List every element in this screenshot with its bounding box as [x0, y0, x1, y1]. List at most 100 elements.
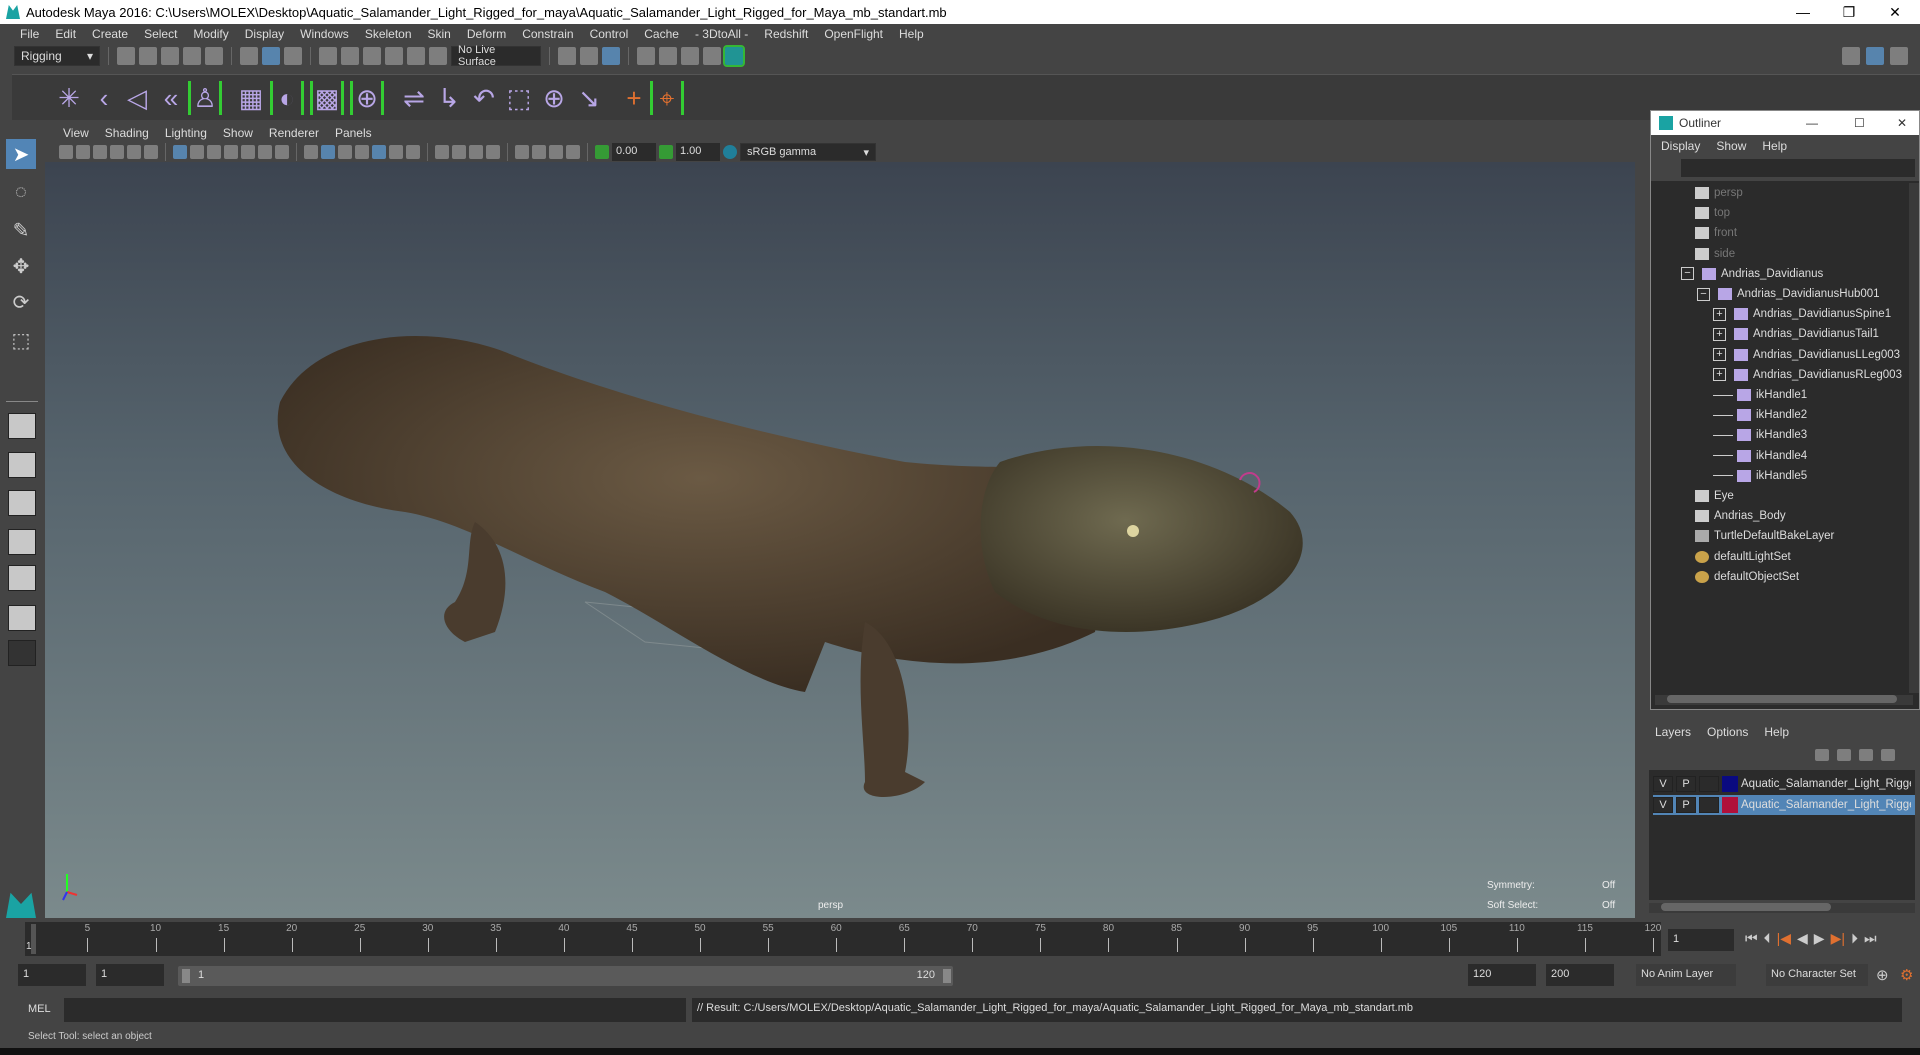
menu-redshift[interactable]: Redshift: [756, 27, 816, 41]
outliner-hscrollbar[interactable]: [1655, 695, 1913, 705]
layer-name[interactable]: Aquatic_Salamander_Light_Rigged: [1741, 778, 1911, 790]
color-management-icon[interactable]: [723, 145, 737, 159]
default-material-icon[interactable]: [338, 145, 352, 159]
outliner-item[interactable]: side: [1695, 244, 1735, 264]
outliner-item[interactable]: + Andrias_DavidianusTail1: [1713, 324, 1879, 344]
snap-grid-icon[interactable]: [319, 47, 337, 65]
outliner-item[interactable]: Eye: [1695, 486, 1734, 506]
menuset-dropdown[interactable]: Rigging ▾: [14, 46, 100, 66]
scale-tool-icon[interactable]: ⬚: [6, 325, 36, 355]
expand-icon[interactable]: +: [1713, 327, 1726, 341]
move-tool-icon[interactable]: ✥: [6, 251, 36, 281]
parent-constraint-icon[interactable]: ⇌: [397, 81, 431, 115]
step-back-icon[interactable]: ⏴: [1764, 930, 1771, 947]
lights-icon[interactable]: [389, 145, 403, 159]
menu-edit[interactable]: Edit: [47, 27, 84, 41]
safe-action-icon[interactable]: [258, 145, 272, 159]
character-set-dropdown[interactable]: No Character Set: [1766, 964, 1868, 986]
menu-skeleton[interactable]: Skeleton: [357, 27, 420, 41]
go-to-start-icon[interactable]: ⏮: [1745, 930, 1758, 947]
outliner-minimize-button[interactable]: —: [1806, 116, 1818, 130]
viewport-menu-view[interactable]: View: [55, 126, 97, 140]
gate-mask-icon[interactable]: [224, 145, 238, 159]
custom-layout-icon[interactable]: [8, 605, 36, 631]
go-to-end-icon[interactable]: ⏭: [1864, 930, 1877, 947]
ik-spline-icon[interactable]: «: [154, 81, 188, 115]
lock-camera-icon[interactable]: [76, 145, 90, 159]
viewport-menu-shading[interactable]: Shading: [97, 126, 157, 140]
tool-settings-icon[interactable]: [1890, 47, 1908, 65]
locator-icon[interactable]: +: [617, 81, 651, 115]
motion-blur-icon[interactable]: [452, 145, 466, 159]
gamma-icon[interactable]: [659, 145, 673, 159]
outliner-item[interactable]: + Andrias_DavidianusRLeg003: [1713, 365, 1902, 385]
layer-name[interactable]: Aquatic_Salamander_Light_Rigged: [1741, 799, 1911, 811]
graph-persp-layout-icon[interactable]: [8, 529, 36, 555]
outliner-maximize-button[interactable]: ☐: [1854, 116, 1865, 130]
grease-pencil-icon[interactable]: [144, 145, 158, 159]
range-slider[interactable]: 1 120: [178, 966, 953, 986]
playback-start-field[interactable]: 1: [96, 964, 164, 986]
close-button[interactable]: ✕: [1872, 0, 1918, 24]
menu-windows[interactable]: Windows: [292, 27, 357, 41]
menu-constrain[interactable]: Constrain: [514, 27, 581, 41]
output-ops-icon[interactable]: [580, 47, 598, 65]
modeling-toolkit-icon[interactable]: [1842, 47, 1860, 65]
single-pane-layout-icon[interactable]: [8, 413, 36, 439]
shadows-icon[interactable]: [406, 145, 420, 159]
auto-key-icon[interactable]: ⊕: [1876, 966, 1889, 984]
smooth-bind-icon[interactable]: ◐: [270, 81, 304, 115]
save-scene-icon[interactable]: [161, 47, 179, 65]
play-forward-icon[interactable]: ▶: [1814, 930, 1825, 947]
outliner-item[interactable]: Andrias_Body: [1695, 506, 1786, 526]
point-constraint-icon[interactable]: ↳: [432, 81, 466, 115]
wireframe-icon[interactable]: [304, 145, 318, 159]
expand-icon[interactable]: +: [1713, 368, 1726, 382]
new-scene-icon[interactable]: [117, 47, 135, 65]
layer-playback-toggle[interactable]: P: [1676, 776, 1696, 792]
field-chart-icon[interactable]: [241, 145, 255, 159]
aim-constraint-icon[interactable]: ⊕: [537, 81, 571, 115]
humanik-icon[interactable]: ♙: [188, 81, 222, 115]
isolate-select-icon[interactable]: [515, 145, 529, 159]
minimize-button[interactable]: —: [1780, 0, 1826, 24]
menu-create[interactable]: Create: [84, 27, 136, 41]
hypershade-icon[interactable]: [723, 45, 745, 67]
menu-deform[interactable]: Deform: [459, 27, 514, 41]
command-input[interactable]: [64, 998, 686, 1022]
snap-curve-icon[interactable]: [341, 47, 359, 65]
outliner-item[interactable]: ikHandle3: [1713, 425, 1807, 445]
layer-display-type-toggle[interactable]: [1699, 776, 1719, 792]
outliner-item[interactable]: ikHandle4: [1713, 446, 1807, 466]
play-backward-icon[interactable]: ◀: [1797, 930, 1808, 947]
range-end-handle[interactable]: [943, 969, 951, 983]
textured-icon[interactable]: [372, 145, 386, 159]
render-view-icon[interactable]: [637, 47, 655, 65]
layer-row[interactable]: V P Aquatic_Salamander_Light_Rigged: [1653, 795, 1915, 815]
outliner-menu-help[interactable]: Help: [1762, 139, 1787, 153]
layer-visibility-toggle[interactable]: V: [1653, 797, 1673, 813]
outliner-item[interactable]: − Andrias_Davidianus: [1681, 264, 1823, 284]
ik-handle-icon[interactable]: ◁: [120, 81, 154, 115]
layer-menu-layers[interactable]: Layers: [1655, 725, 1691, 739]
expand-icon[interactable]: +: [1713, 307, 1726, 321]
menu-help[interactable]: Help: [891, 27, 932, 41]
2d-pan-icon[interactable]: [127, 145, 141, 159]
menu-skin[interactable]: Skin: [420, 27, 459, 41]
constraint-locator-icon[interactable]: ⌖: [650, 81, 684, 115]
menu-file[interactable]: File: [12, 27, 47, 41]
rotate-tool-icon[interactable]: ⟳: [6, 287, 36, 317]
salamander-model[interactable]: [45, 162, 1635, 918]
move-layer-up-icon[interactable]: [1815, 749, 1829, 761]
pole-vector-icon[interactable]: ↘: [572, 81, 606, 115]
outliner-item[interactable]: + Andrias_DavidianusLLeg003: [1713, 345, 1900, 365]
layer-visibility-toggle[interactable]: V: [1653, 776, 1673, 792]
layer-menu-help[interactable]: Help: [1764, 725, 1789, 739]
smooth-shade-icon[interactable]: [321, 145, 335, 159]
outliner-close-button[interactable]: ✕: [1897, 116, 1907, 130]
command-language-label[interactable]: MEL: [28, 1003, 51, 1015]
dof-icon[interactable]: [486, 145, 500, 159]
bind-skin-icon[interactable]: ▦: [234, 81, 268, 115]
paint-select-icon[interactable]: ✎: [6, 215, 36, 245]
step-forward-icon[interactable]: ⏵: [1851, 930, 1858, 947]
